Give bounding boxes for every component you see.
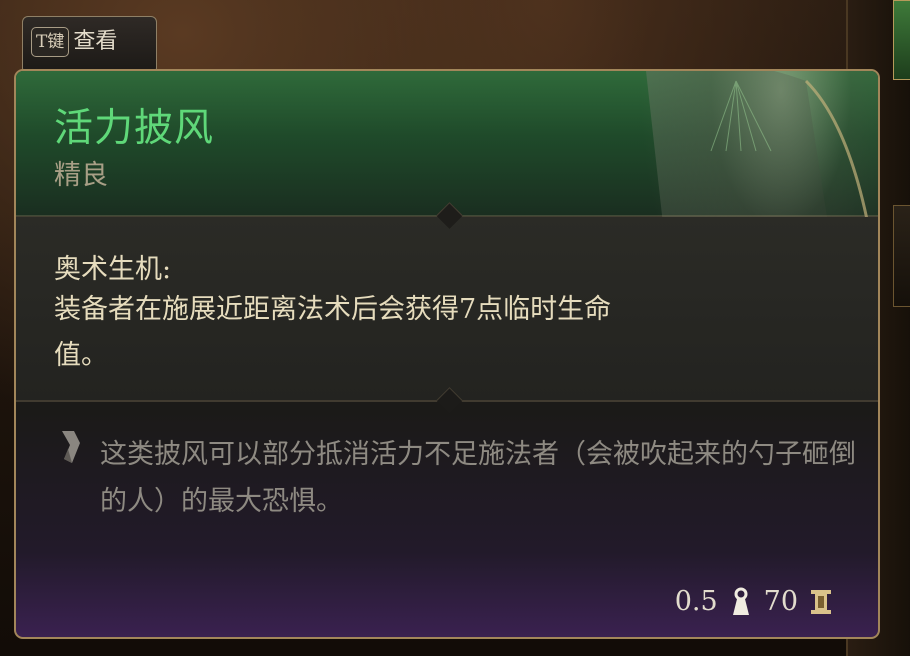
item-value: 70 (763, 586, 798, 617)
item-rarity: 精良 (54, 160, 108, 191)
gold-coin-icon (811, 589, 831, 614)
effect-section: 奥术生机: 装备者在施展近距离法术后会获得7点临时生命值。 (16, 217, 878, 400)
item-weight: 0.5 (674, 586, 718, 617)
hotkey-label: 查看 (73, 29, 118, 54)
flavor-text: 这类披风可以部分抵消活力不足施法者（会被吹起来的勺子砸倒的人）的最大恐惧。 (100, 439, 856, 517)
item-name: 活力披风 (54, 106, 215, 151)
examine-hotkey-button[interactable]: T键 查看 (22, 16, 157, 74)
hotkey-keycap: T键 (31, 27, 70, 57)
item-tooltip: 活力披风 精良 奥术生机: 装备者在施展近距离法术后会获得7点临时生命值。 这类… (14, 69, 880, 639)
quote-scroll-icon (62, 431, 80, 463)
effect-title: 奥术生机: (54, 254, 172, 285)
weight-icon (732, 587, 749, 615)
item-stats: 0.5 70 (675, 586, 834, 617)
inventory-slot[interactable] (893, 205, 910, 307)
effect-description: 装备者在施展近距离法术后会获得7点临时生命值。 (54, 294, 612, 371)
inventory-slot[interactable] (893, 0, 910, 80)
